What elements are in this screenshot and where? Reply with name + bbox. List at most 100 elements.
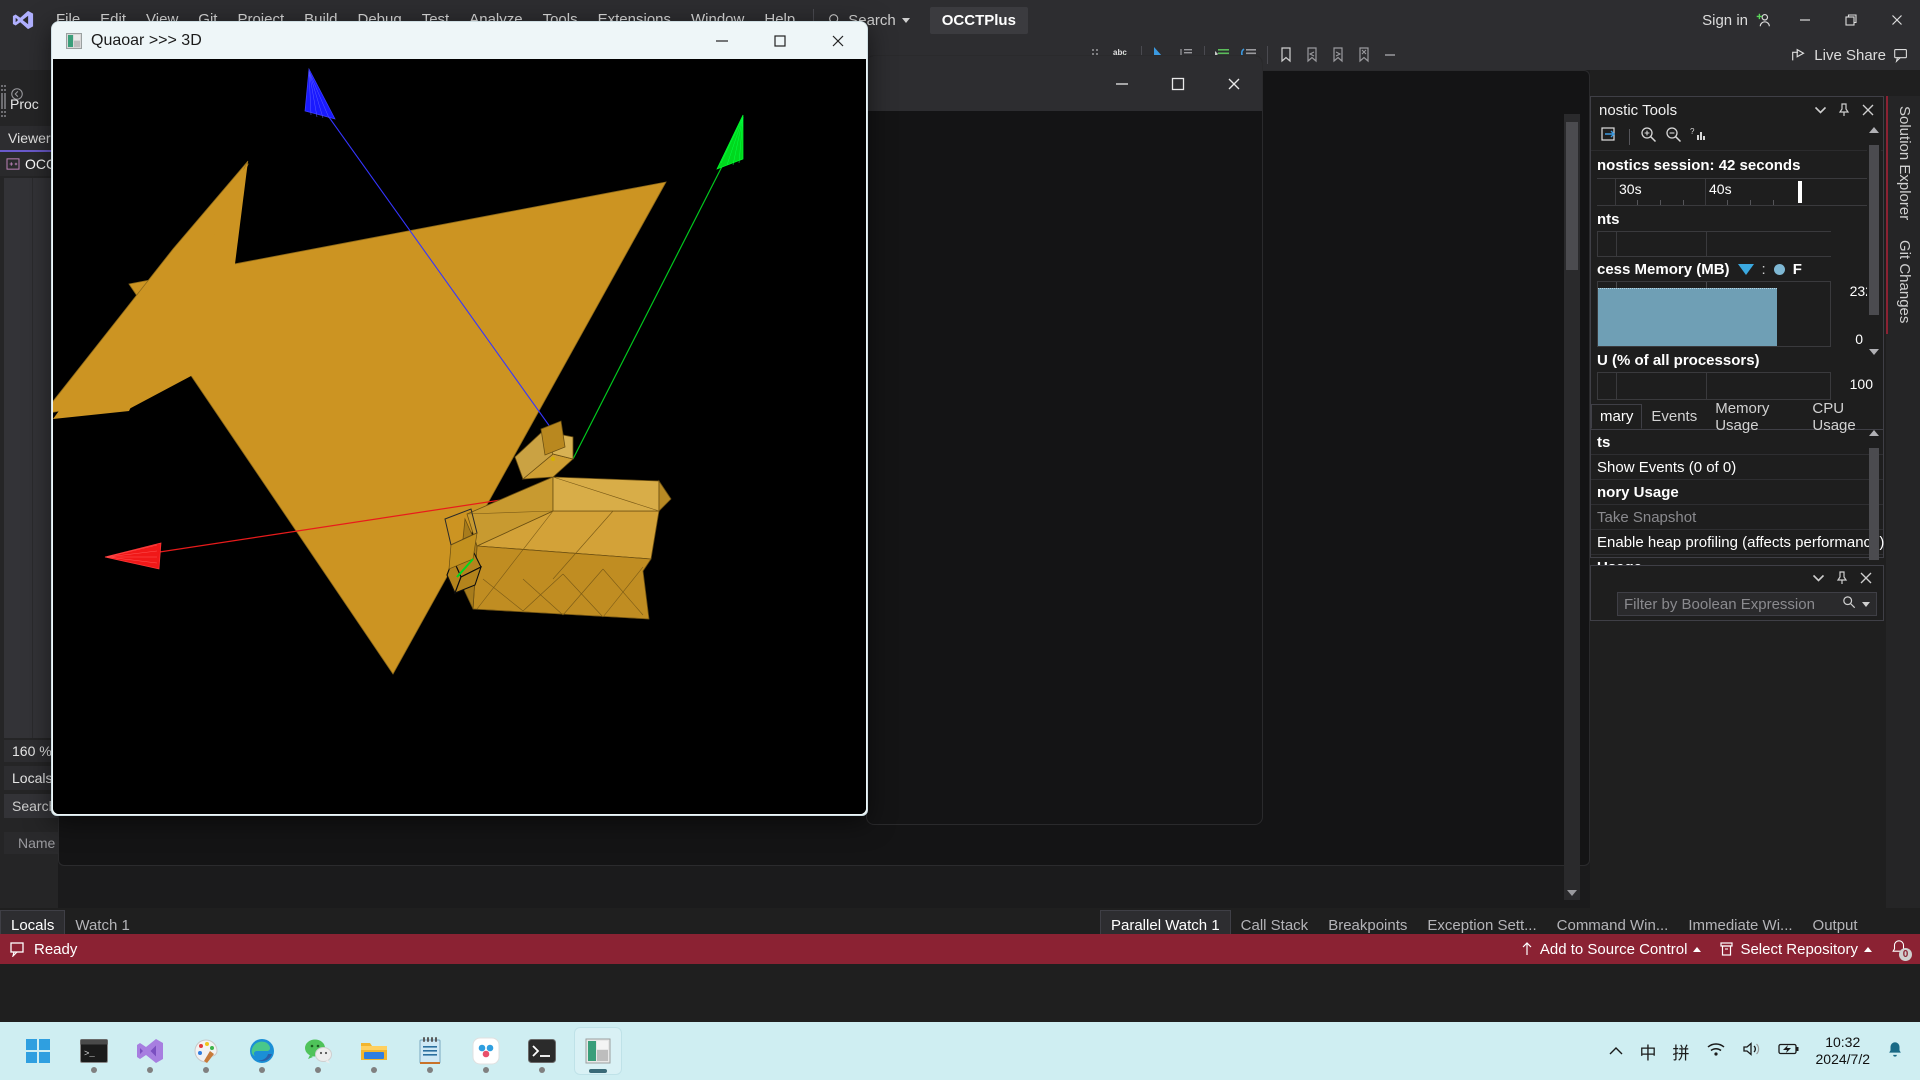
sidebar-item-solution-explorer[interactable]: Solution Explorer	[1886, 96, 1920, 231]
diag-tab-events[interactable]: Events	[1642, 404, 1706, 429]
viewer-tab[interactable]: Viewer	[0, 126, 58, 152]
clear-bookmarks-icon[interactable]	[1351, 43, 1377, 67]
pin-icon[interactable]	[1837, 102, 1851, 118]
chevron-down-icon	[901, 17, 910, 23]
scrollbar-thumb[interactable]	[1869, 448, 1879, 560]
toggle-bookmark-icon[interactable]	[1273, 43, 1299, 67]
close-icon	[1892, 15, 1902, 25]
viewer-tree-body[interactable]	[4, 178, 58, 738]
timeline-cursor[interactable]	[1798, 181, 1802, 203]
process-memory-graph[interactable]	[1597, 281, 1831, 347]
diag-tab-summary[interactable]: mary	[1591, 404, 1643, 429]
summary-list-scrollbar[interactable]	[1867, 430, 1881, 580]
app-running-indicator	[539, 1067, 545, 1073]
diagnostics-events-graph[interactable]	[1597, 231, 1831, 257]
notifications-count: 0	[1899, 948, 1912, 961]
process-label: Proc	[10, 96, 39, 112]
windows-terminal-app[interactable]	[518, 1027, 566, 1075]
more-icon[interactable]	[1377, 43, 1403, 67]
bell-icon[interactable]	[1886, 1040, 1904, 1063]
close-icon[interactable]	[1859, 570, 1873, 586]
chevron-down-icon	[1869, 349, 1879, 355]
baidu-netdisk-app[interactable]	[462, 1027, 510, 1075]
summary-row-take-snapshot[interactable]: Take Snapshot	[1591, 505, 1883, 530]
diag-tab-memory-usage[interactable]: Memory Usage	[1706, 400, 1803, 434]
pin-icon[interactable]	[1835, 570, 1849, 586]
scroll-down-arrow[interactable]	[1867, 349, 1881, 355]
background-window-close-button[interactable]	[1206, 56, 1262, 111]
diagnostics-timeline[interactable]: 30s 40s	[1597, 178, 1873, 206]
chevron-up-icon[interactable]	[1608, 1043, 1624, 1060]
panel-drag-grip-icon[interactable]	[0, 93, 6, 117]
quaoar-title-bar[interactable]: Quaoar >>> 3D	[52, 22, 867, 59]
ide-close-button[interactable]	[1874, 0, 1920, 40]
add-shape-icon	[6, 158, 20, 170]
battery-charging-icon[interactable]	[1777, 1041, 1800, 1061]
ide-minimize-button[interactable]	[1782, 0, 1828, 40]
open-summary-icon[interactable]	[1601, 126, 1619, 147]
quaoar-minimize-button[interactable]	[693, 22, 751, 59]
background-window-maximize-button[interactable]	[1150, 56, 1206, 111]
chevron-down-icon[interactable]	[1862, 601, 1870, 607]
ide-restore-button[interactable]	[1828, 0, 1874, 40]
background-window-minimize-button[interactable]	[1094, 56, 1150, 111]
memory-graph-wrap: 232 0	[1597, 281, 1877, 347]
background-app-window[interactable]	[866, 55, 1263, 825]
memory-series-area	[1598, 288, 1777, 346]
next-bookmark-icon[interactable]	[1325, 43, 1351, 67]
quaoar-close-button[interactable]	[809, 22, 867, 59]
minimize-icon	[1800, 19, 1810, 21]
scroll-down-arrow[interactable]	[1564, 886, 1580, 900]
notepad-app[interactable]	[406, 1027, 454, 1075]
add-to-source-control-button[interactable]: Add to Source Control	[1520, 941, 1702, 958]
viewer-item-occ[interactable]: OCC	[0, 152, 58, 176]
quaoar-app[interactable]	[574, 1027, 622, 1075]
sidebar-item-git-changes[interactable]: Git Changes	[1886, 230, 1920, 334]
wechat-app[interactable]	[294, 1027, 342, 1075]
search-icon[interactable]	[1842, 595, 1856, 613]
scrollbar-thumb[interactable]	[1869, 145, 1879, 315]
scrollbar-thumb[interactable]	[1566, 122, 1578, 270]
scroll-up-arrow[interactable]	[1867, 430, 1881, 436]
taskbar-clock[interactable]: 10:32 2024/7/2	[1816, 1034, 1871, 1069]
start-button[interactable]	[14, 1027, 62, 1075]
scroll-up-arrow[interactable]	[1867, 127, 1881, 133]
chevron-down-icon[interactable]	[1813, 102, 1827, 118]
zoom-in-icon[interactable]	[1640, 126, 1657, 148]
live-share-button[interactable]: Live Share	[1790, 46, 1920, 64]
sign-in-button[interactable]: Sign in	[1692, 11, 1782, 29]
quaoar-maximize-button[interactable]	[751, 22, 809, 59]
locals-search-input[interactable]: Search	[4, 794, 58, 818]
solution-name-chip[interactable]: OCCTPlus	[929, 6, 1028, 34]
cpu-usage-graph[interactable]	[1597, 372, 1831, 400]
app-running-indicator	[91, 1067, 97, 1073]
edge-browser-app[interactable]	[238, 1027, 286, 1075]
zoom-out-icon[interactable]	[1665, 126, 1682, 148]
paint-app[interactable]	[182, 1027, 230, 1075]
quaoar-3d-window[interactable]: Quaoar >>> 3D	[51, 21, 868, 816]
editor-vertical-scrollbar[interactable]	[1564, 114, 1580, 900]
ime-mode-indicator[interactable]: 中	[1640, 1039, 1657, 1064]
volume-icon[interactable]	[1742, 1041, 1762, 1062]
chevron-down-icon[interactable]	[1811, 570, 1825, 586]
quaoar-3d-viewport[interactable]	[53, 59, 866, 814]
file-explorer-app[interactable]	[350, 1027, 398, 1075]
wifi-icon[interactable]	[1706, 1041, 1726, 1062]
boolean-expression-filter-input[interactable]: Filter by Boolean Expression	[1617, 592, 1877, 616]
app-running-indicator	[315, 1067, 321, 1073]
diagnostics-graphs-scrollbar[interactable]	[1867, 127, 1881, 355]
summary-row-enable-heap-profiling[interactable]: Enable heap profiling (affects performan…	[1591, 530, 1884, 555]
ime-pinyin-indicator[interactable]: 拼	[1673, 1039, 1690, 1064]
summary-row-show-events[interactable]: Show Events (0 of 0)	[1591, 455, 1883, 480]
terminal-app[interactable]: >_	[70, 1027, 118, 1075]
background-window-title-bar	[867, 56, 1262, 111]
diagnostics-summary-list: ts Show Events (0 of 0) nory Usage Take …	[1591, 430, 1884, 580]
visual-studio-app[interactable]	[126, 1027, 174, 1075]
notifications-button[interactable]: 0	[1890, 939, 1912, 961]
diag-tab-cpu-usage[interactable]: CPU Usage	[1803, 400, 1883, 434]
select-tool-icon[interactable]: ?	[1690, 126, 1707, 147]
close-icon[interactable]	[1861, 102, 1875, 118]
select-repository-button[interactable]: Select Repository	[1719, 941, 1872, 958]
locals-panel-title[interactable]: Locals	[4, 766, 58, 790]
previous-bookmark-icon[interactable]	[1299, 43, 1325, 67]
